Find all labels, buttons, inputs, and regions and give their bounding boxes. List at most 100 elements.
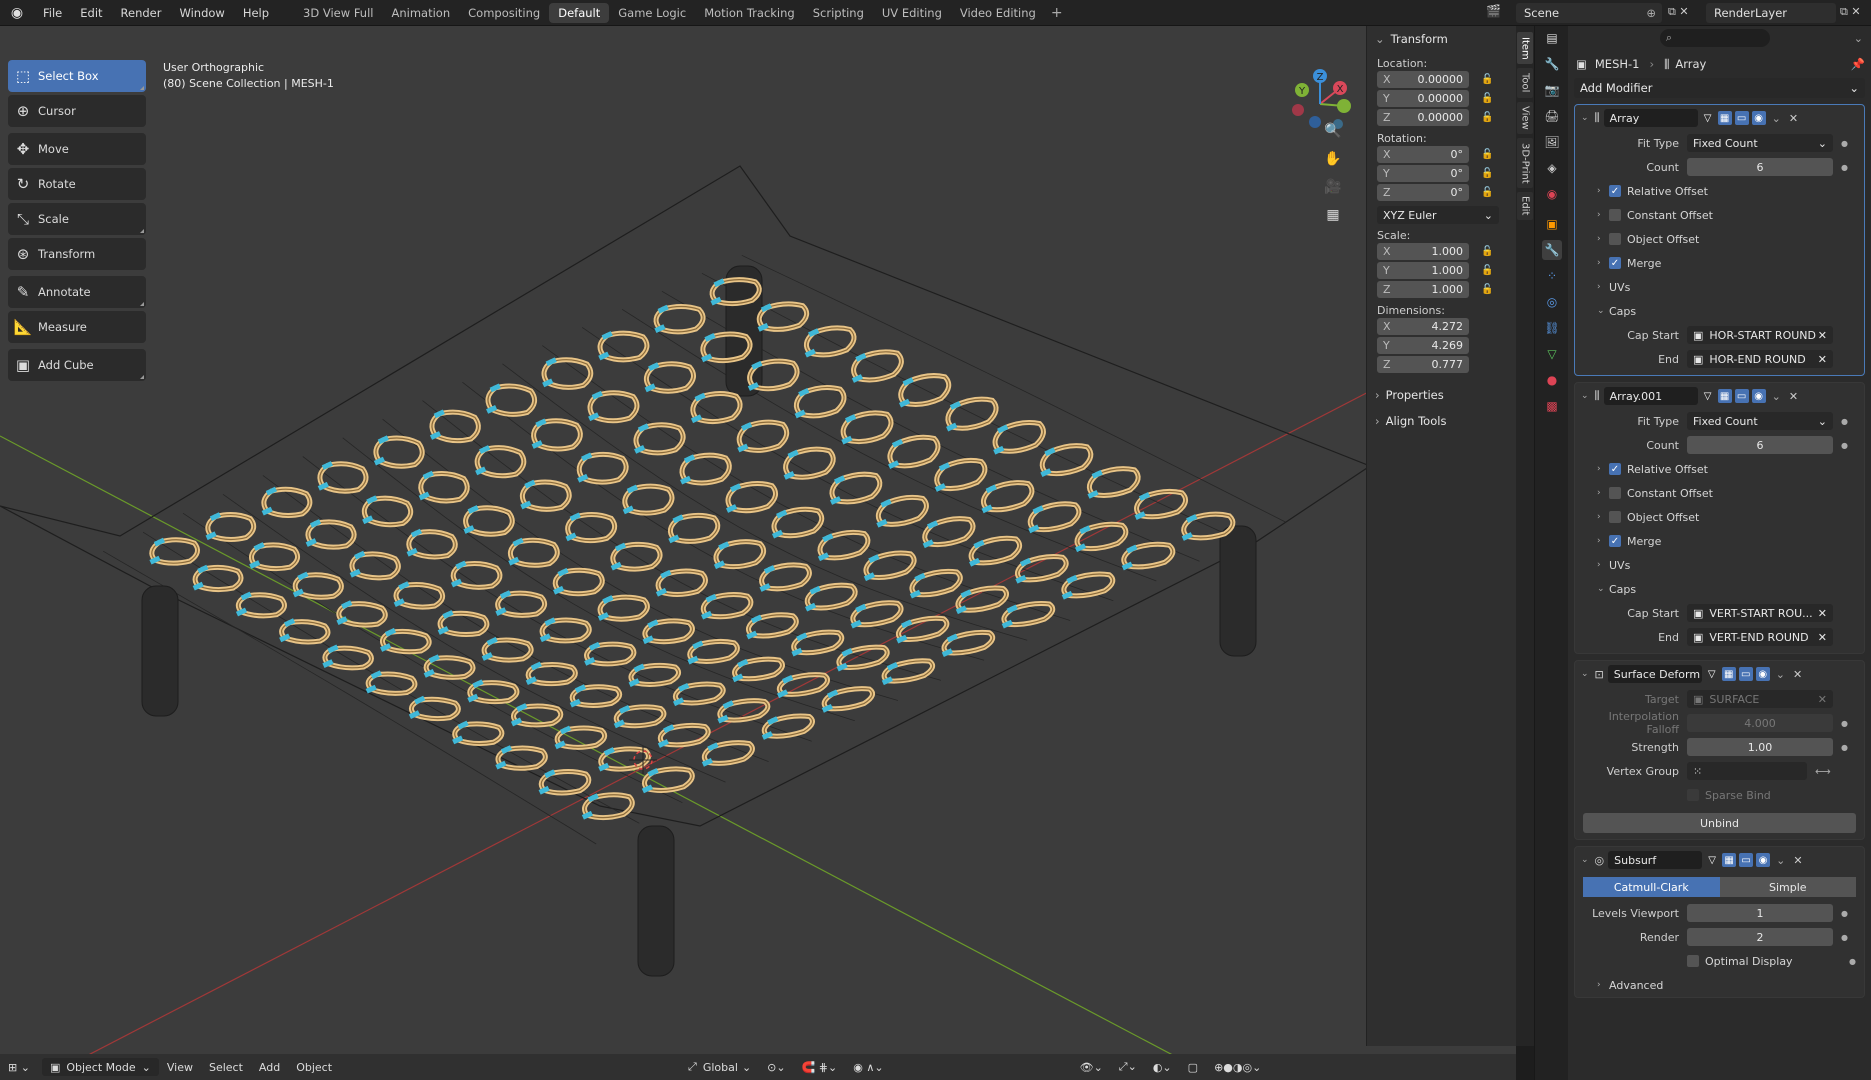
render-camera-icon[interactable]: ◉ <box>1751 111 1766 125</box>
clear-icon[interactable]: ✕ <box>1818 693 1827 706</box>
object-offset-subpanel[interactable]: › Object Offset <box>1575 227 1864 251</box>
keyframe-dot-icon[interactable]: ● <box>1841 417 1848 426</box>
scale-y-field[interactable]: Y 1.000 <box>1377 262 1469 279</box>
xray-icon[interactable]: ▢ <box>1180 1061 1206 1074</box>
tab-game-logic[interactable]: Game Logic <box>609 3 695 23</box>
properties-search[interactable]: ⌕ <box>1659 29 1770 47</box>
location-x-field[interactable]: X 0.00000 <box>1377 71 1469 88</box>
catmull-clark-button[interactable]: Catmull-Clark <box>1583 877 1720 897</box>
unbind-button[interactable]: Unbind <box>1583 813 1856 833</box>
lock-icon[interactable]: 🔓 <box>1481 246 1493 257</box>
modifier-header[interactable]: ⌄ ◎ Subsurf ▽ ▦ ▭ ◉ ⌄ ✕ <box>1575 847 1864 873</box>
view-layer-actions-icon[interactable]: ⧉ ✕ <box>1840 5 1861 19</box>
cap-start-field[interactable]: ▣ HOR-START ROUND ✕ <box>1687 326 1833 344</box>
world-icon[interactable]: ◉ <box>1542 184 1562 204</box>
location-y-field[interactable]: Y 0.00000 <box>1377 90 1469 107</box>
relative-offset-subpanel[interactable]: › ✓ Relative Offset <box>1575 457 1864 481</box>
tool-move[interactable]: ✥ Move <box>8 133 146 165</box>
falloff-field[interactable]: 4.000 <box>1687 714 1833 732</box>
relative-offset-subpanel[interactable]: › ✓ Relative Offset <box>1575 179 1864 203</box>
strength-field[interactable]: 1.00 <box>1687 738 1833 756</box>
scene-icon[interactable]: 🎬 <box>1486 4 1501 18</box>
tab-3d-view-full[interactable]: 3D View Full <box>294 3 382 23</box>
render-icon[interactable]: 📷 <box>1542 80 1562 100</box>
object-offset-subpanel[interactable]: › Object Offset <box>1575 505 1864 529</box>
chevron-down-icon[interactable]: ⌄ <box>1776 854 1785 867</box>
clear-icon[interactable]: ✕ <box>1818 329 1827 342</box>
viewport-display-icon[interactable]: ▭ <box>1739 853 1754 867</box>
tab-edit[interactable]: Edit <box>1517 192 1533 220</box>
levels-viewport-field[interactable]: 1 <box>1687 904 1833 922</box>
vertex-group-field[interactable]: ⁙ <box>1687 762 1807 780</box>
chevron-down-icon[interactable]: ⌄ <box>1772 390 1781 403</box>
modifier-name-field[interactable]: Array.001 <box>1603 387 1698 405</box>
proportional-edit-icon[interactable]: ◉ ∧⌄ <box>845 1061 891 1074</box>
optimal-display-checkbox[interactable] <box>1687 955 1699 967</box>
close-icon[interactable]: ✕ <box>1789 390 1798 403</box>
add-modifier-button[interactable]: Add Modifier ⌄ <box>1574 78 1865 98</box>
add-workspace-button[interactable]: + <box>1045 5 1069 21</box>
menu-edit[interactable]: Edit <box>71 0 111 26</box>
modifier-header[interactable]: ⌄ ⫼ Array ▽ ▦ ▭ ◉ ⌄ ✕ <box>1575 105 1864 131</box>
lock-icon[interactable]: 🔓 <box>1481 265 1493 276</box>
tool-rotate[interactable]: ↻ Rotate <box>8 168 146 200</box>
chevron-down-icon[interactable]: ⌄ <box>1772 112 1781 125</box>
mesh-data-icon[interactable]: ▽ <box>1542 344 1562 364</box>
cap-end-field[interactable]: ▣ HOR-END ROUND ✕ <box>1687 350 1833 368</box>
tool-scale[interactable]: ⤡ Scale <box>8 203 146 235</box>
rotation-mode-select[interactable]: XYZ Euler ⌄ <box>1377 206 1499 224</box>
constant-offset-subpanel[interactable]: › Constant Offset <box>1575 203 1864 227</box>
clear-icon[interactable]: ✕ <box>1818 353 1827 366</box>
render-camera-icon[interactable]: ◉ <box>1755 667 1770 681</box>
texture-icon[interactable]: ▩ <box>1542 396 1562 416</box>
physics-icon[interactable]: ◎ <box>1542 292 1562 312</box>
target-field[interactable]: ▣ SURFACE ✕ <box>1687 690 1833 708</box>
tab-view[interactable]: View <box>1517 102 1533 134</box>
keyframe-dot-icon[interactable]: ● <box>1841 743 1848 752</box>
chevron-down-icon[interactable]: ⌄ <box>1581 669 1589 679</box>
edit-mode-icon[interactable]: ▦ <box>1717 111 1732 125</box>
merge-subpanel[interactable]: › ✓ Merge <box>1575 251 1864 275</box>
uvs-subpanel[interactable]: › UVs <box>1575 553 1864 577</box>
dimensions-z-field[interactable]: Z 0.777 <box>1377 356 1469 373</box>
caps-subpanel[interactable]: ⌄ Caps <box>1575 577 1864 601</box>
constant-offset-checkbox[interactable] <box>1609 487 1621 499</box>
menu-file[interactable]: File <box>34 0 71 26</box>
object-offset-checkbox[interactable] <box>1609 511 1621 523</box>
render-camera-icon[interactable]: ◉ <box>1756 853 1771 867</box>
menu-window[interactable]: Window <box>170 0 233 26</box>
menu-render[interactable]: Render <box>112 0 171 26</box>
modifier-name-field[interactable]: Array <box>1603 109 1698 127</box>
caps-subpanel[interactable]: ⌄ Caps <box>1575 299 1864 323</box>
tab-uv-editing[interactable]: UV Editing <box>873 3 951 23</box>
lock-icon[interactable]: 🔓 <box>1481 187 1493 198</box>
tool-transform[interactable]: ⊛ Transform <box>8 238 146 270</box>
keyframe-dot-icon[interactable]: ● <box>1841 441 1848 450</box>
modifier-header[interactable]: ⌄ ⊡ Surface Deform ▽ ▦ ▭ ◉ ⌄ ✕ <box>1575 661 1864 687</box>
render-camera-icon[interactable]: ◉ <box>1751 389 1766 403</box>
tab-animation[interactable]: Animation <box>382 3 459 23</box>
pin-icon[interactable]: ⊕ <box>1646 6 1656 20</box>
keyframe-dot-icon[interactable]: ● <box>1841 719 1848 728</box>
close-icon[interactable]: ✕ <box>1789 112 1798 125</box>
sparse-bind-checkbox[interactable] <box>1687 789 1699 801</box>
count-field[interactable]: 6 <box>1687 158 1833 176</box>
close-icon[interactable]: ✕ <box>1793 668 1802 681</box>
chevron-down-icon[interactable]: ⌄ <box>1581 855 1589 865</box>
scene-tab-icon[interactable]: ◈ <box>1542 158 1562 178</box>
menu-select[interactable]: Select <box>201 1061 251 1074</box>
gizmo-toggle-icon[interactable]: ⤢⌄ <box>1111 1060 1145 1074</box>
pivot-icon[interactable]: ⊙⌄ <box>759 1061 793 1074</box>
rotation-x-field[interactable]: X 0° <box>1377 146 1469 163</box>
scene-selector[interactable]: Scene ⊕ <box>1516 3 1662 23</box>
edit-mode-icon[interactable]: ▦ <box>1721 667 1736 681</box>
object-offset-checkbox[interactable] <box>1609 233 1621 245</box>
merge-checkbox[interactable]: ✓ <box>1609 257 1621 269</box>
modifier-name-field[interactable]: Surface Deform <box>1607 665 1702 683</box>
count-field[interactable]: 6 <box>1687 436 1833 454</box>
tab-compositing[interactable]: Compositing <box>459 3 549 23</box>
new-scene-icon[interactable]: ⧉ ✕ <box>1668 5 1689 19</box>
close-icon[interactable]: ✕ <box>1793 854 1802 867</box>
chevron-down-icon[interactable]: ⌄ <box>1776 668 1785 681</box>
editor-type-icon[interactable]: ▤ <box>1542 28 1562 48</box>
